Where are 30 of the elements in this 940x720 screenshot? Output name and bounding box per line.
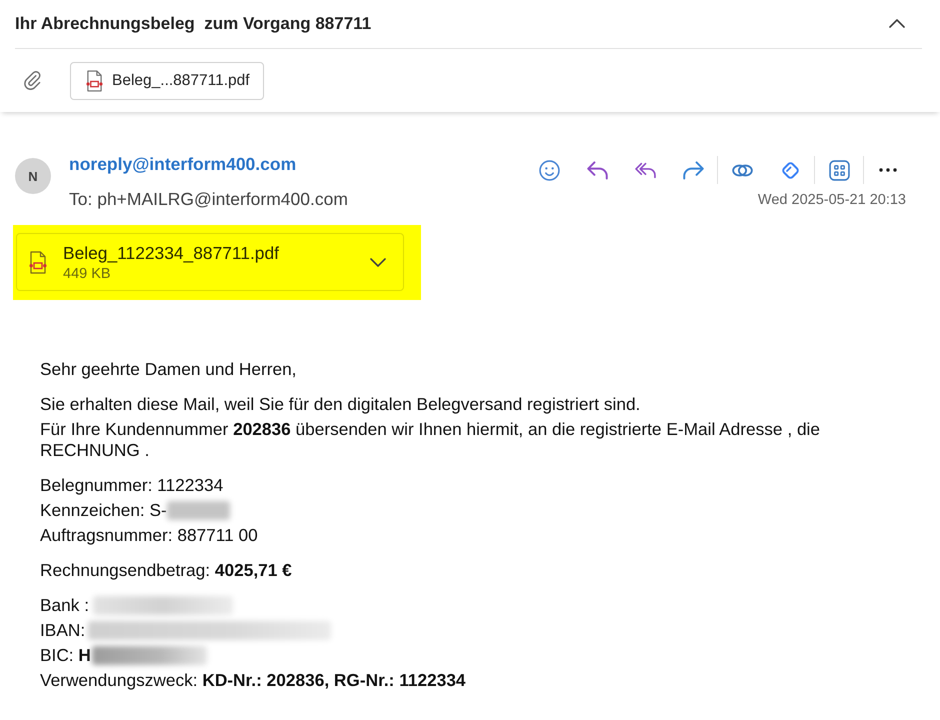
body-text: Sehr geehrte Damen und Herren, [40,359,296,379]
body-text: Kennzeichen: S- [40,500,167,520]
diamond-icon [780,160,800,180]
pdf-file-icon [29,250,47,274]
more-icon [879,168,897,172]
body-text: Belegnummer: 1122334 [40,475,224,495]
body-text: Verwendungszweck: KD-Nr.: 202836, RG-Nr.: 1122334 [40,670,466,690]
body-text: Auftragsnummer: 887711 00 [40,525,258,545]
body-text: Bank : [40,595,89,615]
file-name: Beleg_1122334_887711.pdf [63,242,279,262]
attachment-chip[interactable]: Beleg_...887711.pdf [70,62,264,100]
subject-title: Ihr Abrechnungsbeleg zum Vorgang 887711 [15,14,372,34]
attachment-card[interactable]: Beleg_1122334_887711.pdf 449 KB [16,233,404,291]
grid-icon [828,160,850,180]
pdf-file-icon [86,70,103,92]
reply-icon [586,160,608,180]
forward-icon [682,160,704,180]
body-text: BIC: H [40,645,91,665]
sender-avatar: N [15,158,51,194]
chevron-down-icon [370,256,386,268]
body-text: Für Ihre Kundennummer 202836 übersenden wir Ihnen hiermit, an die registrierte E-Mail Adresse , die RECHNUNG . [40,419,820,460]
smiley-icon [538,160,560,180]
body-text: Rechnungsendbetrag: 4025,71 € [40,560,292,580]
paperclip-icon [24,71,41,90]
file-size: 449 KB [63,266,111,282]
body-text: IBAN: [40,620,86,640]
recipient-line: To: ph+MAILRG@interform400.com [69,188,349,211]
body-text: Sie erhalten diese Mail, weil Sie für den digitalen Belegversand registriert sind. [40,394,640,414]
sender-address[interactable]: noreply@interform400.com [69,152,525,176]
message-date: Wed 2025-05-21 20:13 [758,191,906,209]
